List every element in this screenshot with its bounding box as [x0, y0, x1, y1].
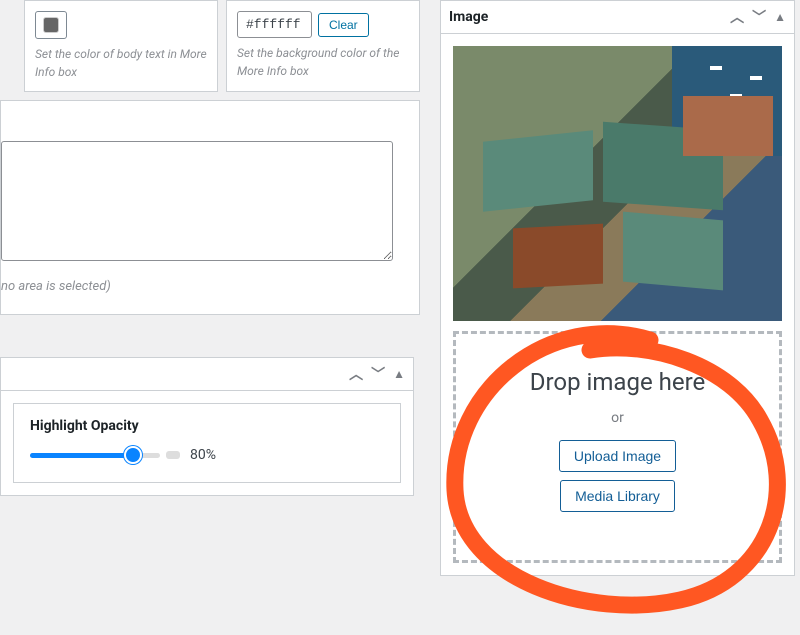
- slider-thumb[interactable]: [124, 446, 142, 464]
- highlight-opacity-card: Highlight Opacity 80%: [13, 403, 401, 483]
- media-library-button[interactable]: Media Library: [560, 480, 675, 512]
- chevron-down-icon[interactable]: ﹀: [371, 364, 385, 384]
- preview-roof: [683, 96, 773, 156]
- highlight-opacity-label: Highlight Opacity: [30, 418, 384, 434]
- image-dropzone[interactable]: Drop image here or Upload Image Media Li…: [453, 331, 782, 563]
- bg-hex-value[interactable]: #ffffff: [237, 11, 312, 38]
- image-preview[interactable]: [453, 46, 782, 321]
- preview-roof: [513, 224, 603, 289]
- opacity-value: 80%: [190, 447, 216, 463]
- preview-roof: [483, 130, 593, 212]
- chevron-up-icon[interactable]: ︿: [730, 7, 744, 27]
- image-panel-header[interactable]: Image ︿ ﹀ ▲: [440, 0, 795, 34]
- preview-boat: [750, 76, 762, 80]
- triangle-toggle-icon[interactable]: ▲: [393, 367, 405, 381]
- slider-fill: [30, 453, 134, 458]
- collapsed-panel-header[interactable]: ︿ ﹀ ▲: [0, 357, 414, 391]
- body-color-desc: Set the color of body text in More Info …: [35, 45, 207, 81]
- image-panel-body: Drop image here or Upload Image Media Li…: [440, 34, 795, 576]
- bg-color-box: #ffffff Clear Set the background color o…: [226, 0, 420, 92]
- bg-color-desc: Set the background color of the More Inf…: [237, 44, 409, 80]
- preview-boat: [710, 66, 722, 70]
- opacity-slider[interactable]: [30, 446, 160, 464]
- bg-clear-button[interactable]: Clear: [318, 13, 369, 37]
- preview-roof: [623, 212, 723, 291]
- body-text-color-box: Set the color of body text in More Info …: [24, 0, 218, 92]
- dropzone-or-text: or: [466, 410, 769, 426]
- triangle-toggle-icon[interactable]: ▲: [774, 10, 786, 24]
- swatch-dot: [43, 17, 59, 33]
- image-panel-title: Image: [449, 9, 488, 25]
- chevron-down-icon[interactable]: ﹀: [752, 7, 766, 27]
- area-textarea[interactable]: [1, 141, 393, 261]
- chevron-up-icon[interactable]: ︿: [349, 364, 363, 384]
- body-color-swatch-button[interactable]: [35, 11, 67, 39]
- no-area-selected-text: no area is selected): [1, 273, 419, 304]
- slider-end-cap: [166, 451, 180, 459]
- dropzone-title: Drop image here: [466, 368, 769, 396]
- upload-image-button[interactable]: Upload Image: [559, 440, 676, 472]
